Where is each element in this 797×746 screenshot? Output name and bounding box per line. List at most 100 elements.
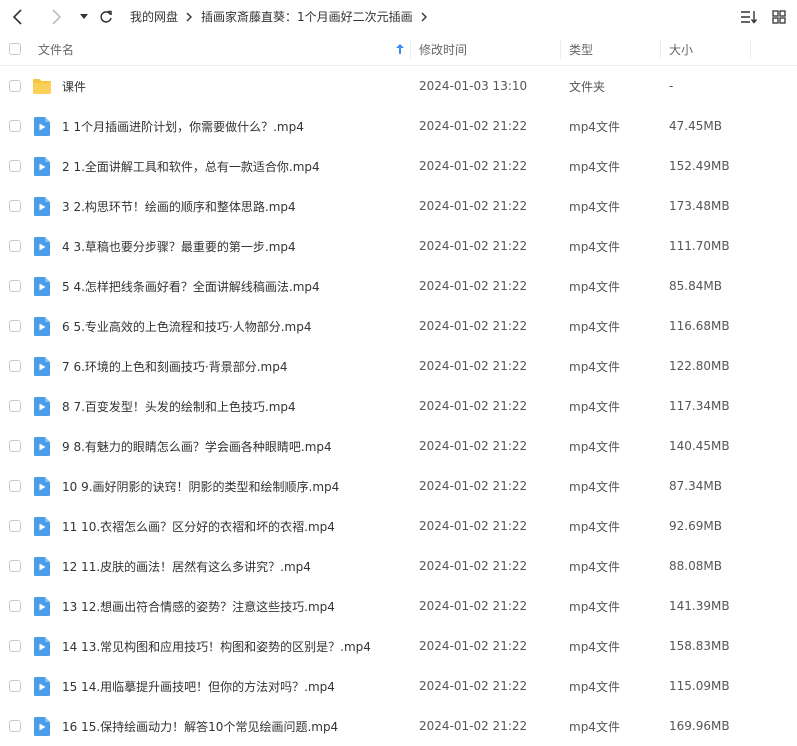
table-row[interactable]: 15 14.用临摹提升画技吧！但你的方法对吗？.mp4 2024-01-02 21… xyxy=(0,666,797,706)
file-size: 85.84MB xyxy=(669,279,722,293)
table-row[interactable]: 2 1.全面讲解工具和软件，总有一款适合你.mp4 2024-01-02 21:2… xyxy=(0,146,797,186)
table-row[interactable]: 7 6.环境的上色和刻画技巧·背景部分.mp4 2024-01-02 21:22 m… xyxy=(0,346,797,386)
row-checkbox[interactable] xyxy=(9,640,21,652)
video-file-icon xyxy=(31,106,53,146)
table-row[interactable]: 5 4.怎样把线条画好看？全面讲解线稿画法.mp4 2024-01-02 21:2… xyxy=(0,266,797,306)
file-type: 文件夹 xyxy=(569,79,606,94)
file-size: 140.45MB xyxy=(669,439,730,453)
select-all-checkbox[interactable] xyxy=(9,43,21,55)
row-checkbox[interactable] xyxy=(9,280,21,292)
video-file-icon xyxy=(31,626,53,666)
row-checkbox[interactable] xyxy=(9,320,21,332)
column-header-name[interactable]: 文件名 xyxy=(38,33,74,65)
file-type: mp4文件 xyxy=(569,359,620,374)
table-row[interactable]: 8 7.百变发型！头发的绘制和上色技巧.mp4 2024-01-02 21:22 m… xyxy=(0,386,797,426)
file-name[interactable]: 2 1.全面讲解工具和软件，总有一款适合你.mp4 xyxy=(62,146,320,186)
file-modified-time: 2024-01-02 21:22 xyxy=(419,679,528,693)
file-type: mp4文件 xyxy=(569,519,620,534)
video-file-icon xyxy=(31,226,53,266)
column-header-time[interactable]: 修改时间 xyxy=(419,33,467,65)
file-modified-time: 2024-01-02 21:22 xyxy=(419,599,528,613)
row-checkbox[interactable] xyxy=(9,520,21,532)
file-size: 115.09MB xyxy=(669,679,730,693)
file-name[interactable]: 12 11.皮肤的画法！居然有这么多讲究？.mp4 xyxy=(62,546,311,586)
chevron-right-icon[interactable] xyxy=(421,12,428,22)
row-checkbox[interactable] xyxy=(9,240,21,252)
video-file-icon xyxy=(31,666,53,706)
breadcrumb-item-root[interactable]: 我的网盘 xyxy=(130,8,178,25)
chevron-left-icon[interactable] xyxy=(8,7,28,27)
row-checkbox[interactable] xyxy=(9,720,21,732)
table-row[interactable]: 11 10.衣褶怎么画？区分好的衣褶和坏的衣褶.mp4 2024-01-02 21… xyxy=(0,506,797,546)
chevron-right-icon[interactable] xyxy=(46,7,66,27)
grid-view-icon[interactable] xyxy=(769,7,789,27)
breadcrumb-item-current[interactable]: 插画家斎藤直葵：1个月画好二次元插画 xyxy=(201,8,413,25)
row-checkbox[interactable] xyxy=(9,480,21,492)
row-checkbox[interactable] xyxy=(9,400,21,412)
caret-down-icon[interactable] xyxy=(78,7,90,27)
table-row[interactable]: 10 9.画好阴影的诀窍！阴影的类型和绘制顺序.mp4 2024-01-02 21… xyxy=(0,466,797,506)
file-name[interactable]: 1 1个月插画进阶计划，你需要做什么？.mp4 xyxy=(62,106,304,146)
file-name[interactable]: 7 6.环境的上色和刻画技巧·背景部分.mp4 xyxy=(62,346,287,386)
file-name[interactable]: 课件 xyxy=(62,66,86,106)
column-divider[interactable] xyxy=(750,39,751,59)
column-divider[interactable] xyxy=(560,39,561,59)
file-modified-time: 2024-01-02 21:22 xyxy=(419,239,528,253)
row-checkbox[interactable] xyxy=(9,160,21,172)
video-file-icon xyxy=(31,306,53,346)
file-type: mp4文件 xyxy=(569,719,620,734)
row-checkbox[interactable] xyxy=(9,560,21,572)
table-row[interactable]: 4 3.草稿也要分步骤？最重要的第一步.mp4 2024-01-02 21:22 m… xyxy=(0,226,797,266)
row-checkbox[interactable] xyxy=(9,200,21,212)
file-name[interactable]: 10 9.画好阴影的诀窍！阴影的类型和绘制顺序.mp4 xyxy=(62,466,339,506)
file-name[interactable]: 8 7.百变发型！头发的绘制和上色技巧.mp4 xyxy=(62,386,296,426)
row-checkbox[interactable] xyxy=(9,80,21,92)
file-name[interactable]: 4 3.草稿也要分步骤？最重要的第一步.mp4 xyxy=(62,226,296,266)
file-type: mp4文件 xyxy=(569,279,620,294)
table-row[interactable]: 6 5.专业高效的上色流程和技巧·人物部分.mp4 2024-01-02 21:2… xyxy=(0,306,797,346)
file-name[interactable]: 13 12.想画出符合情感的姿势？注意这些技巧.mp4 xyxy=(62,586,335,626)
file-name[interactable]: 11 10.衣褶怎么画？区分好的衣褶和坏的衣褶.mp4 xyxy=(62,506,335,546)
file-name[interactable]: 14 13.常见构图和应用技巧！构图和姿势的区别是？.mp4 xyxy=(62,626,371,666)
row-checkbox[interactable] xyxy=(9,600,21,612)
column-header-type[interactable]: 类型 xyxy=(569,33,593,65)
video-file-icon xyxy=(31,146,53,186)
file-type: mp4文件 xyxy=(569,399,620,414)
file-name[interactable]: 5 4.怎样把线条画好看？全面讲解线稿画法.mp4 xyxy=(62,266,320,306)
table-row[interactable]: 9 8.有魅力的眼睛怎么画？学会画各种眼睛吧.mp4 2024-01-02 21:… xyxy=(0,426,797,466)
file-size: 47.45MB xyxy=(669,119,722,133)
file-modified-time: 2024-01-02 21:22 xyxy=(419,119,528,133)
file-name[interactable]: 9 8.有魅力的眼睛怎么画？学会画各种眼睛吧.mp4 xyxy=(62,426,332,466)
file-modified-time: 2024-01-02 21:22 xyxy=(419,159,528,173)
table-row[interactable]: 3 2.构思环节！绘画的顺序和整体思路.mp4 2024-01-02 21:22 m… xyxy=(0,186,797,226)
table-row[interactable]: 16 15.保持绘画动力！解答10个常见绘画问题.mp4 2024-01-02 2… xyxy=(0,706,797,746)
folder-icon xyxy=(31,66,53,106)
row-checkbox[interactable] xyxy=(9,680,21,692)
file-type: mp4文件 xyxy=(569,639,620,654)
table-row[interactable]: 1 1个月插画进阶计划，你需要做什么？.mp4 2024-01-02 21:22 m… xyxy=(0,106,797,146)
sort-list-icon[interactable] xyxy=(739,7,759,27)
column-divider[interactable] xyxy=(410,39,411,59)
chevron-right-icon xyxy=(186,12,193,22)
file-modified-time: 2024-01-02 21:22 xyxy=(419,639,528,653)
row-checkbox[interactable] xyxy=(9,440,21,452)
sort-up-arrow-icon[interactable] xyxy=(396,33,404,65)
file-name[interactable]: 15 14.用临摹提升画技吧！但你的方法对吗？.mp4 xyxy=(62,666,335,706)
table-row[interactable]: 12 11.皮肤的画法！居然有这么多讲究？.mp4 2024-01-02 21:2… xyxy=(0,546,797,586)
file-size: 152.49MB xyxy=(669,159,730,173)
file-name[interactable]: 6 5.专业高效的上色流程和技巧·人物部分.mp4 xyxy=(62,306,311,346)
column-header-size[interactable]: 大小 xyxy=(669,33,693,65)
table-row[interactable]: 13 12.想画出符合情感的姿势？注意这些技巧.mp4 2024-01-02 21… xyxy=(0,586,797,626)
video-file-icon xyxy=(31,186,53,226)
file-name[interactable]: 3 2.构思环节！绘画的顺序和整体思路.mp4 xyxy=(62,186,296,226)
table-row[interactable]: 14 13.常见构图和应用技巧！构图和姿势的区别是？.mp4 2024-01-02… xyxy=(0,626,797,666)
row-checkbox[interactable] xyxy=(9,120,21,132)
file-name[interactable]: 16 15.保持绘画动力！解答10个常见绘画问题.mp4 xyxy=(62,706,338,746)
refresh-icon[interactable] xyxy=(98,7,114,27)
row-checkbox[interactable] xyxy=(9,360,21,372)
column-divider[interactable] xyxy=(660,39,661,59)
table-row[interactable]: 课件 2024-01-03 13:10 文件夹 - xyxy=(0,66,797,106)
video-file-icon xyxy=(31,386,53,426)
file-size: 111.70MB xyxy=(669,239,730,253)
file-size: - xyxy=(669,79,674,93)
